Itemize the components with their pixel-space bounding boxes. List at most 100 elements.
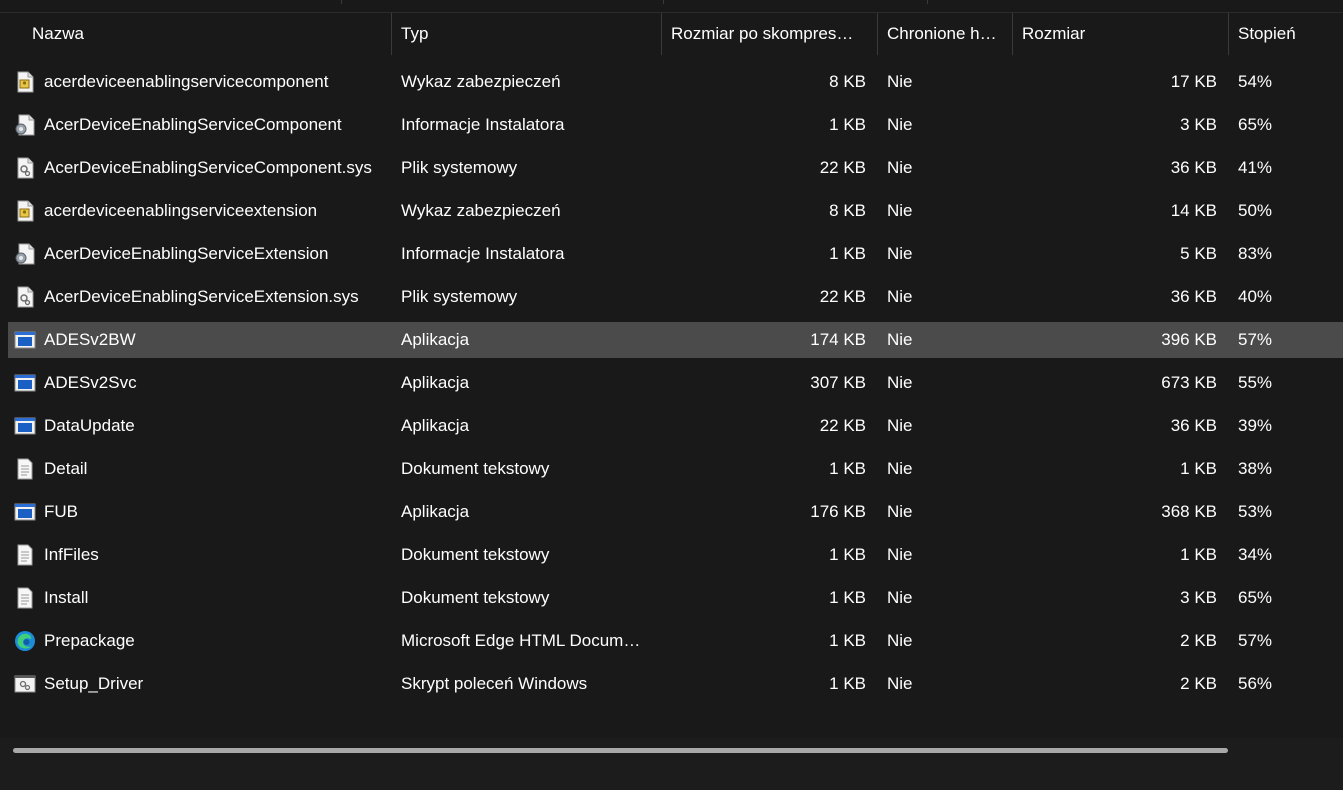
column-header-size[interactable]: Rozmiar: [1013, 13, 1229, 55]
column-header-size-label: Rozmiar: [1022, 24, 1086, 43]
file-size: 673 KB: [1161, 373, 1217, 392]
file-compression-ratio: 56%: [1238, 674, 1273, 693]
file-row[interactable]: InfFiles Dokument tekstowy 1 KB Nie 1 KB 34%: [8, 537, 1343, 573]
file-name: acerdeviceenablingservicecomponent: [44, 72, 329, 91]
file-size: 36 KB: [1170, 416, 1217, 435]
file-size: 2 KB: [1180, 674, 1217, 693]
file-row[interactable]: ADESv2Svc Aplikacja 307 KB Nie 673 KB 55%: [8, 365, 1343, 401]
sort-ascending-icon: ^: [224, 13, 230, 23]
file-name: DataUpdate: [44, 416, 135, 435]
file-row[interactable]: AcerDeviceEnablingServiceComponent.sys Pl…: [8, 150, 1343, 186]
file-row[interactable]: Prepackage Microsoft Edge HTML Docum… 1 KB…: [8, 623, 1343, 659]
file-size: 17 KB: [1170, 72, 1217, 91]
file-protected: Nie: [887, 244, 913, 263]
batch-script-icon: [14, 673, 36, 695]
file-row[interactable]: Setup_Driver Skrypt poleceń Windows 1 KB Ni…: [8, 666, 1343, 702]
file-size: 3 KB: [1180, 115, 1217, 134]
file-protected: Nie: [887, 72, 913, 91]
file-name: FUB: [44, 502, 78, 521]
file-compressed-size: 176 KB: [810, 502, 866, 521]
file-compression-ratio: 57%: [1238, 330, 1273, 349]
file-compression-ratio: 38%: [1238, 459, 1273, 478]
column-header-bar: Nazwa ^ Typ Rozmiar po skompres… Chronio…: [0, 13, 1343, 55]
file-protected: Nie: [887, 545, 913, 564]
file-row[interactable]: acerdeviceenablingservicecomponent Wykaz …: [8, 64, 1343, 100]
file-name: ADESv2Svc: [44, 373, 137, 392]
horizontal-scrollbar[interactable]: [0, 738, 1343, 764]
file-type: Plik systemowy: [401, 287, 518, 306]
file-protected: Nie: [887, 158, 913, 177]
file-row[interactable]: Install Dokument tekstowy 1 KB Nie 3 KB 65%: [8, 580, 1343, 616]
file-protected: Nie: [887, 287, 913, 306]
column-header-ratio[interactable]: Stopień: [1229, 13, 1343, 55]
system-file-icon: [14, 286, 36, 308]
setup-info-icon: [14, 243, 36, 265]
file-row[interactable]: ADESv2BW Aplikacja 174 KB Nie 396 KB 57%: [8, 322, 1343, 358]
column-header-protected-label: Chronione h…: [887, 24, 997, 43]
file-compressed-size: 1 KB: [829, 545, 866, 564]
file-row[interactable]: FUB Aplikacja 176 KB Nie 368 KB 53%: [8, 494, 1343, 530]
file-type: Aplikacja: [401, 502, 470, 521]
file-compressed-size: 1 KB: [829, 244, 866, 263]
file-protected: Nie: [887, 502, 913, 521]
file-compressed-size: 1 KB: [829, 588, 866, 607]
file-type: Skrypt poleceń Windows: [401, 674, 588, 693]
file-compressed-size: 8 KB: [829, 201, 866, 220]
file-name: Install: [44, 588, 89, 607]
scrollbar-thumb[interactable]: [13, 748, 1228, 753]
file-row[interactable]: Detail Dokument tekstowy 1 KB Nie 1 KB 38%: [8, 451, 1343, 487]
file-row[interactable]: AcerDeviceEnablingServiceExtension Inform…: [8, 236, 1343, 272]
file-name: Detail: [44, 459, 88, 478]
text-document-icon: [14, 544, 36, 566]
file-type: Dokument tekstowy: [401, 459, 550, 478]
column-header-compressed-size-label: Rozmiar po skompres…: [671, 24, 854, 43]
column-header-type[interactable]: Typ: [392, 13, 662, 55]
setup-info-icon: [14, 114, 36, 136]
file-compressed-size: 22 KB: [819, 158, 866, 177]
file-compressed-size: 1 KB: [829, 674, 866, 693]
file-compression-ratio: 53%: [1238, 502, 1273, 521]
file-row[interactable]: acerdeviceenablingserviceextension Wykaz …: [8, 193, 1343, 229]
column-header-compressed-size[interactable]: Rozmiar po skompres…: [662, 13, 878, 55]
file-row[interactable]: AcerDeviceEnablingServiceExtension.sys Pl…: [8, 279, 1343, 315]
file-protected: Nie: [887, 459, 913, 478]
file-compressed-size: 174 KB: [810, 330, 866, 349]
file-type: Aplikacja: [401, 330, 470, 349]
file-compression-ratio: 55%: [1238, 373, 1273, 392]
file-size: 396 KB: [1161, 330, 1217, 349]
file-row[interactable]: DataUpdate Aplikacja 22 KB Nie 36 KB 39%: [8, 408, 1343, 444]
file-name: acerdeviceenablingserviceextension: [44, 201, 318, 220]
file-compressed-size: 1 KB: [829, 631, 866, 650]
file-type: Microsoft Edge HTML Docum…: [401, 631, 641, 650]
column-header-protected[interactable]: Chronione h…: [878, 13, 1013, 55]
top-separator: [663, 0, 664, 4]
column-header-name-label: Nazwa: [32, 24, 84, 43]
file-size: 1 KB: [1180, 459, 1217, 478]
application-icon: [14, 501, 36, 523]
column-header-type-label: Typ: [401, 24, 429, 43]
file-type: Aplikacja: [401, 416, 470, 435]
file-protected: Nie: [887, 373, 913, 392]
file-compressed-size: 8 KB: [829, 72, 866, 91]
file-protected: Nie: [887, 416, 913, 435]
column-header-name[interactable]: Nazwa ^: [23, 13, 392, 55]
status-bar: [0, 764, 1343, 790]
top-separator: [341, 0, 342, 4]
file-compressed-size: 1 KB: [829, 459, 866, 478]
file-compressed-size: 22 KB: [819, 287, 866, 306]
file-size: 3 KB: [1180, 588, 1217, 607]
file-compression-ratio: 57%: [1238, 631, 1273, 650]
file-type: Dokument tekstowy: [401, 545, 550, 564]
file-compression-ratio: 40%: [1238, 287, 1273, 306]
file-name: Prepackage: [44, 631, 135, 650]
text-document-icon: [14, 587, 36, 609]
column-header-ratio-label: Stopień: [1238, 24, 1296, 43]
file-compression-ratio: 39%: [1238, 416, 1273, 435]
file-compression-ratio: 65%: [1238, 115, 1273, 134]
file-row[interactable]: AcerDeviceEnablingServiceComponent Inform…: [8, 107, 1343, 143]
file-name: ADESv2BW: [44, 330, 136, 349]
security-catalog-icon: [14, 200, 36, 222]
file-compression-ratio: 83%: [1238, 244, 1273, 263]
file-compressed-size: 1 KB: [829, 115, 866, 134]
file-type: Informacje Instalatora: [401, 244, 565, 263]
